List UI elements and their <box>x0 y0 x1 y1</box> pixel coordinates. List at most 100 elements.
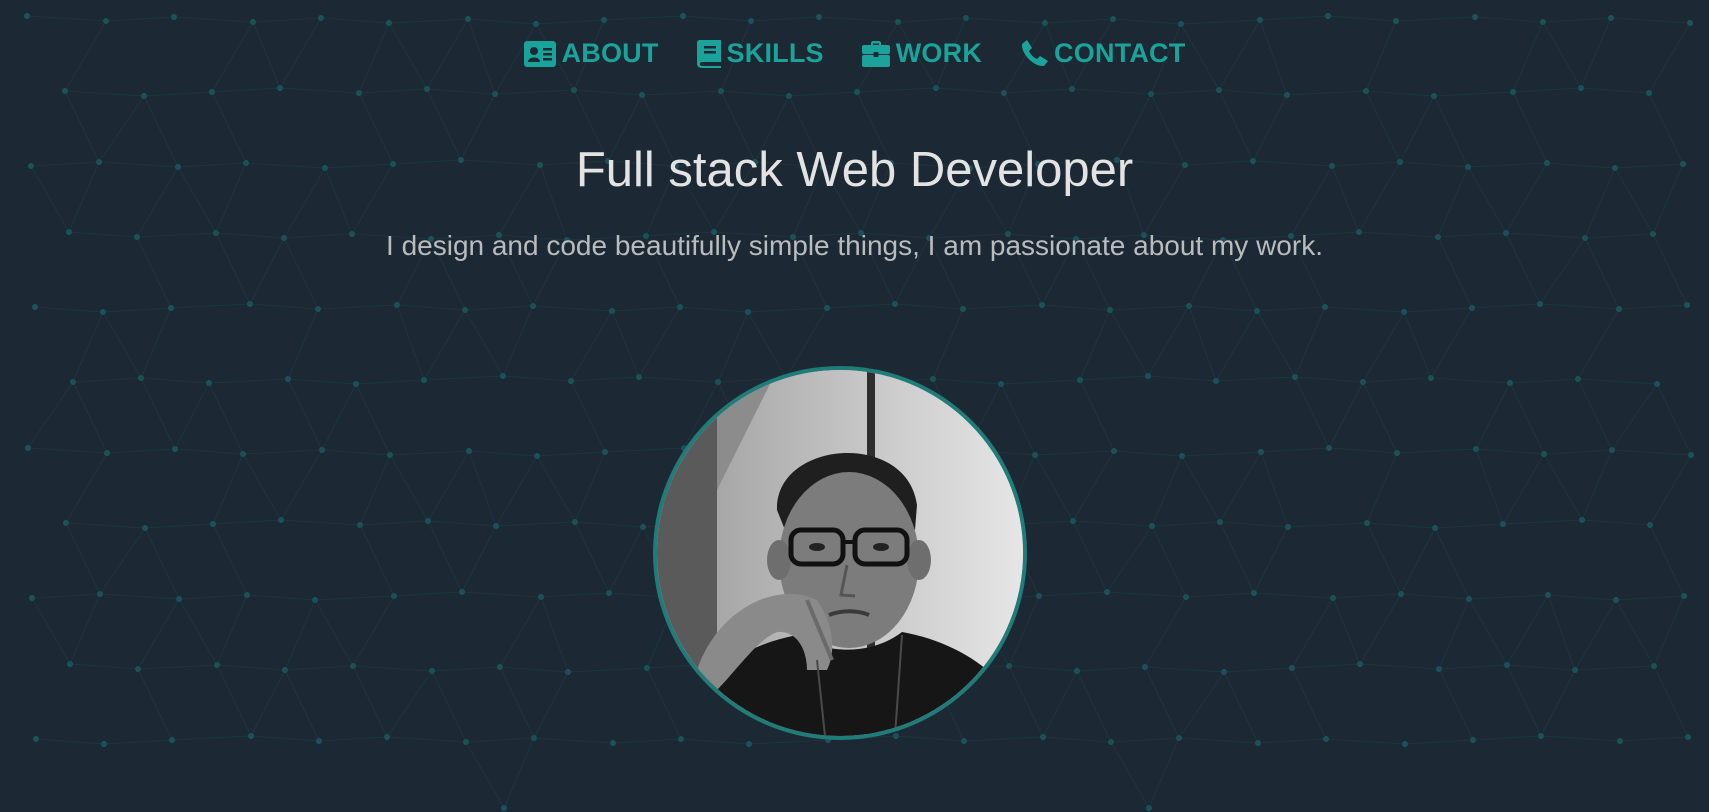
background-link <box>1109 309 1149 377</box>
background-link <box>1294 376 1330 449</box>
background-link <box>646 667 682 740</box>
background-link <box>1260 447 1330 453</box>
background-link <box>1396 448 1477 454</box>
background-link <box>1215 376 1296 382</box>
background-link <box>856 87 937 93</box>
background-link <box>1219 521 1289 528</box>
background-link <box>1359 663 1440 670</box>
background-link <box>140 377 176 450</box>
background-link <box>359 454 391 526</box>
background-link <box>1147 305 1190 377</box>
nav-contact-link[interactable]: CONTACT <box>1020 38 1185 69</box>
background-link <box>1438 668 1474 741</box>
background-link <box>1362 377 1432 383</box>
background-link <box>1438 598 1470 670</box>
background-link <box>1547 594 1576 671</box>
background-link <box>503 737 535 809</box>
nav-about-link[interactable]: ABOUT <box>523 38 659 69</box>
background-link <box>638 306 681 378</box>
nav-contact-label: CONTACT <box>1054 38 1186 68</box>
background-link <box>962 304 1043 310</box>
background-link <box>211 87 281 93</box>
background-link <box>144 527 180 600</box>
background-link <box>1223 671 1259 744</box>
background-link <box>499 666 569 673</box>
background-link <box>1072 450 1115 522</box>
background-link <box>570 376 640 382</box>
background-link <box>427 450 470 522</box>
background-link <box>1618 304 1688 310</box>
background-link <box>1365 90 1435 97</box>
background-link <box>747 307 828 313</box>
background-link <box>171 735 252 741</box>
background-link <box>1106 591 1187 598</box>
background-link <box>1256 306 1326 312</box>
background-link <box>1580 87 1650 94</box>
background-link <box>427 520 463 593</box>
background-link <box>495 455 538 527</box>
background-link <box>638 376 719 383</box>
background-link <box>355 379 425 385</box>
background-link <box>1543 453 1583 521</box>
background-link <box>717 311 749 383</box>
background-link <box>1400 593 1470 600</box>
background-link <box>1366 522 1402 595</box>
background-link <box>35 738 105 745</box>
background-link <box>612 738 682 744</box>
background-link <box>173 16 254 23</box>
background-link <box>69 663 139 670</box>
background-link <box>461 525 497 593</box>
background-link <box>574 521 610 594</box>
background-link <box>1502 453 1545 525</box>
background-link <box>1188 305 1258 312</box>
background-link <box>788 91 858 97</box>
background-link <box>1150 89 1220 95</box>
background-link <box>99 593 180 600</box>
background-link <box>1260 451 1289 528</box>
background-link <box>144 523 214 529</box>
background-link <box>72 377 142 383</box>
background-link <box>287 378 323 451</box>
background-link <box>1294 306 1326 378</box>
background-link <box>1540 669 1576 737</box>
background-link <box>540 596 569 673</box>
background-link <box>427 520 497 527</box>
background-link <box>1215 310 1258 382</box>
background-link <box>1079 379 1115 452</box>
background-link <box>1291 597 1334 669</box>
background-link <box>1113 450 1183 457</box>
background-link <box>536 455 576 523</box>
background-link <box>1256 310 1296 378</box>
background-link <box>1539 303 1620 310</box>
background-link <box>533 737 614 744</box>
background-link <box>1610 17 1691 24</box>
background-link <box>1109 305 1190 311</box>
background-link <box>1615 595 1685 601</box>
background-link <box>1577 378 1658 385</box>
background-link <box>1577 378 1613 451</box>
background-link <box>1144 666 1225 673</box>
background-link <box>137 664 218 670</box>
background-link <box>314 595 395 601</box>
background-link <box>1332 597 1361 665</box>
background-link <box>174 382 210 450</box>
background-link <box>533 671 569 739</box>
background-link <box>1218 89 1288 96</box>
background-link <box>932 378 1002 385</box>
background-link <box>461 591 542 598</box>
background-link <box>747 311 787 379</box>
background-link <box>1506 664 1542 737</box>
background-link <box>603 15 684 21</box>
nav-skills-link[interactable]: SKILLS <box>696 38 824 69</box>
nav-work-link[interactable]: WORK <box>861 38 982 69</box>
background-link <box>1110 741 1150 809</box>
background-link <box>465 741 505 809</box>
background-link <box>573 89 643 96</box>
background-link <box>284 599 316 671</box>
background-link <box>494 89 575 95</box>
hero-title: Full stack Web Developer <box>575 143 1134 197</box>
nav-about-label: ABOUT <box>561 38 659 68</box>
background-link <box>212 453 244 525</box>
background-link <box>499 666 535 739</box>
background-link <box>284 665 354 671</box>
